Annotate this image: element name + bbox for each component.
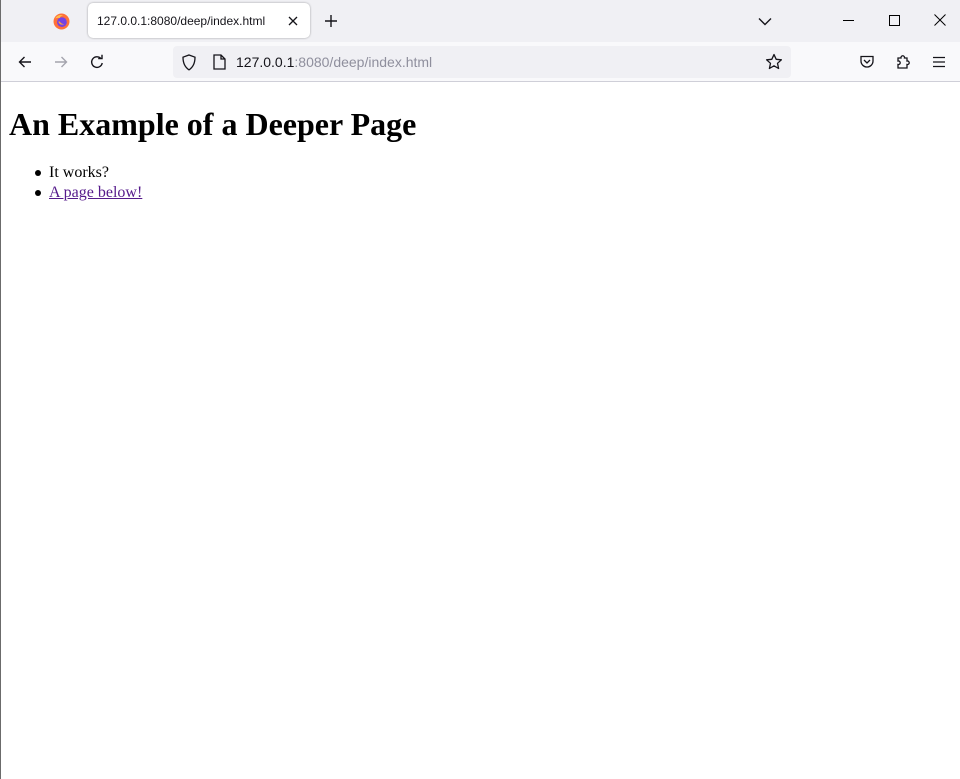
tab-strip: 127.0.0.1:8080/deep/index.html xyxy=(0,0,960,42)
url-bar[interactable]: 127.0.0.1:8080/deep/index.html xyxy=(173,46,791,78)
page-info-icon[interactable] xyxy=(210,53,228,71)
firefox-logo-icon[interactable] xyxy=(48,8,74,34)
page-content: An Example of a Deeper Page It works? A … xyxy=(0,83,960,779)
url-host: 127.0.0.1 xyxy=(236,54,295,70)
navigation-toolbar: 127.0.0.1:8080/deep/index.html xyxy=(0,42,960,82)
close-tab-icon[interactable] xyxy=(283,11,303,31)
minimize-icon[interactable] xyxy=(825,0,871,40)
maximize-icon[interactable] xyxy=(871,0,917,40)
list-all-tabs-chevron-icon[interactable] xyxy=(752,8,778,34)
url-text[interactable]: 127.0.0.1:8080/deep/index.html xyxy=(236,54,764,70)
page-below-link[interactable]: A page below! xyxy=(49,184,142,201)
window-close-icon[interactable] xyxy=(917,0,960,40)
tracking-protection-shield-icon[interactable] xyxy=(180,53,198,71)
forward-arrow-icon[interactable] xyxy=(45,46,77,78)
bookmark-star-icon[interactable] xyxy=(764,52,784,72)
new-tab-plus-icon[interactable] xyxy=(318,8,344,34)
list-item: It works? xyxy=(9,163,142,183)
url-path: :8080/deep/index.html xyxy=(294,54,433,70)
pocket-icon[interactable] xyxy=(851,46,883,78)
page-heading: An Example of a Deeper Page xyxy=(9,106,417,142)
reload-icon[interactable] xyxy=(81,46,113,78)
extensions-puzzle-icon[interactable] xyxy=(887,46,919,78)
window-border xyxy=(0,0,1,779)
hamburger-menu-icon[interactable] xyxy=(923,46,955,78)
tab-active[interactable]: 127.0.0.1:8080/deep/index.html xyxy=(88,3,310,38)
list-item-text: It works? xyxy=(49,164,109,181)
tab-title: 127.0.0.1:8080/deep/index.html xyxy=(97,13,266,28)
back-arrow-icon[interactable] xyxy=(9,46,41,78)
list-item: A page below! xyxy=(9,183,142,203)
item-list: It works? A page below! xyxy=(9,163,142,203)
